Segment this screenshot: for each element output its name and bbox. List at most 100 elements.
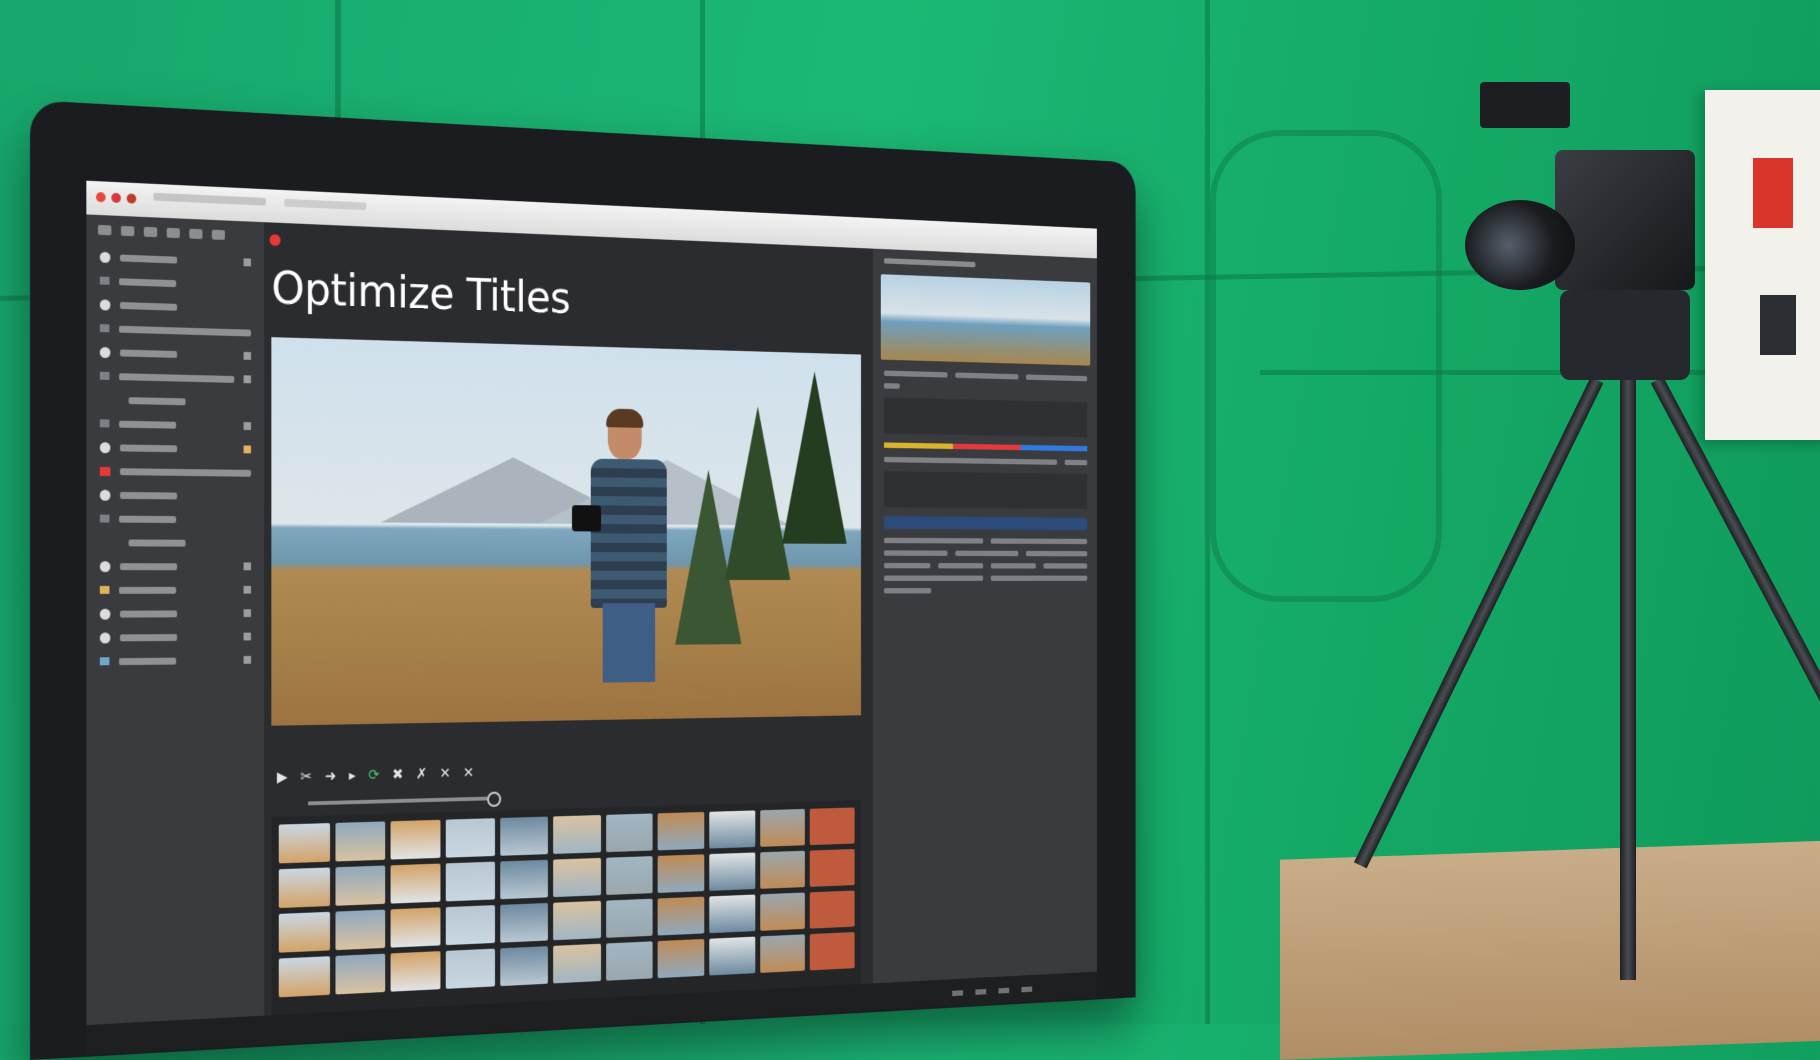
clip-thumbnail[interactable] [810,890,855,929]
sidebar-item[interactable] [86,530,264,554]
chevron-down-icon[interactable] [243,422,252,431]
camera-lens [1465,200,1575,290]
list-icon[interactable] [143,226,158,238]
clip-thumbnail[interactable] [390,819,441,860]
chevron-down-icon[interactable] [243,375,252,384]
folder-icon[interactable] [97,224,112,236]
close-icon[interactable]: ✖ [392,765,403,783]
clip-thumbnail[interactable] [810,848,855,887]
status-item [1021,986,1033,993]
laptop-screen: Optimize Titles ▶ ✂ ➜ ▸ ⟳ ✖ ✗ ✕ ✕ [86,180,1097,1055]
video-preview[interactable] [271,337,861,726]
clip-thumbnail[interactable] [499,816,549,856]
arrow-icon[interactable]: ➜ [325,767,336,785]
circle-icon [99,441,111,453]
clip-thumbnail[interactable] [278,867,330,909]
chevron-down-icon[interactable] [243,562,252,571]
grid-icon[interactable] [120,225,135,237]
preview-tree [782,370,847,544]
clip-thumbnail[interactable] [760,850,806,889]
clip-thumbnail[interactable] [390,951,441,992]
clip-thumbnail[interactable] [605,856,653,896]
heart-icon[interactable] [243,258,252,267]
clip-thumbnail[interactable] [278,823,330,864]
image-icon [99,585,110,594]
refresh-icon[interactable]: ⟳ [368,766,379,784]
clip-thumbnail[interactable] [880,274,1091,366]
clip-thumbnail[interactable] [445,861,495,902]
play-icon[interactable]: ▶ [277,768,288,786]
heart-icon[interactable] [243,351,252,360]
clip-thumbnail[interactable] [390,907,441,948]
flag-icon[interactable] [243,445,252,454]
sidebar-item[interactable] [86,506,264,531]
maximize-window-icon[interactable] [126,193,137,204]
sidebar-item[interactable] [86,625,264,650]
video-camera [1555,150,1695,290]
clip-thumbnail[interactable] [335,821,386,862]
sidebar-item[interactable] [86,648,264,673]
clip-thumbnail[interactable] [335,909,386,951]
minimize-window-icon[interactable] [111,192,121,204]
panel-header [883,258,976,268]
settings-icon[interactable] [211,229,225,241]
clip-thumbnail[interactable] [553,857,601,898]
playhead-handle[interactable] [487,791,502,808]
sidebar-item[interactable] [86,459,264,485]
clip-thumbnail[interactable] [810,807,855,846]
clip-thumbnail[interactable] [390,863,441,904]
selected-property-row[interactable] [883,516,1088,531]
clip-thumbnail[interactable] [278,911,330,953]
sidebar-item[interactable] [86,411,264,438]
sidebar-item[interactable] [86,387,264,414]
sidebar-item[interactable] [86,483,264,508]
clip-thumbnail[interactable] [278,956,330,998]
record-icon [99,466,111,476]
clip-thumbnail[interactable] [445,948,495,989]
sidebar-item[interactable] [86,601,264,625]
clip-thumbnail[interactable] [709,852,756,891]
inspector-panel [872,248,1097,1011]
clip-thumbnail[interactable] [335,865,386,906]
clip-thumbnail[interactable] [760,934,806,973]
delete-icon[interactable]: ✗ [416,765,427,782]
clip-thumbnail[interactable] [709,894,756,934]
clip-thumbnail[interactable] [445,905,495,946]
clip-thumbnail[interactable] [499,859,549,900]
filter-icon[interactable] [189,228,203,240]
close-window-icon[interactable] [95,192,106,203]
clip-thumbnail[interactable] [657,854,705,893]
chevron-down-icon[interactable] [243,609,252,618]
clip-thumbnail[interactable] [605,898,653,938]
sort-icon[interactable] [166,227,180,239]
clip-thumbnail[interactable] [499,946,549,987]
clip-thumbnail[interactable] [605,813,653,853]
marker-icon[interactable]: ▸ [349,767,356,785]
clip-thumbnail[interactable] [553,943,601,984]
clip-thumbnail[interactable] [760,808,806,847]
menu-bar[interactable] [153,192,266,206]
clip-thumbnail[interactable] [709,810,756,849]
panel-row [883,383,1087,394]
clip-thumbnail[interactable] [657,896,705,936]
clip-thumbnail[interactable] [605,941,653,981]
cut-icon[interactable]: ✂ [300,768,312,786]
clip-thumbnail[interactable] [335,953,386,995]
chevron-down-icon[interactable] [243,655,252,664]
clip-thumbnail[interactable] [657,938,705,979]
sidebar-item[interactable] [86,435,264,461]
clip-thumbnail[interactable] [760,892,806,931]
clip-thumbnail[interactable] [709,936,756,976]
chevron-down-icon[interactable] [243,585,252,594]
sidebar-item[interactable] [86,554,264,578]
clip-thumbnail[interactable] [657,811,705,851]
split-icon[interactable]: ✕ [440,764,451,781]
clip-thumbnail[interactable] [499,902,549,943]
clip-thumbnail[interactable] [810,932,855,971]
sidebar-item[interactable] [86,578,264,602]
clip-thumbnail[interactable] [445,818,495,858]
split-icon[interactable]: ✕ [463,764,474,781]
clip-thumbnail[interactable] [553,815,601,854]
chevron-down-icon[interactable] [243,632,252,641]
clip-thumbnail[interactable] [553,900,601,941]
